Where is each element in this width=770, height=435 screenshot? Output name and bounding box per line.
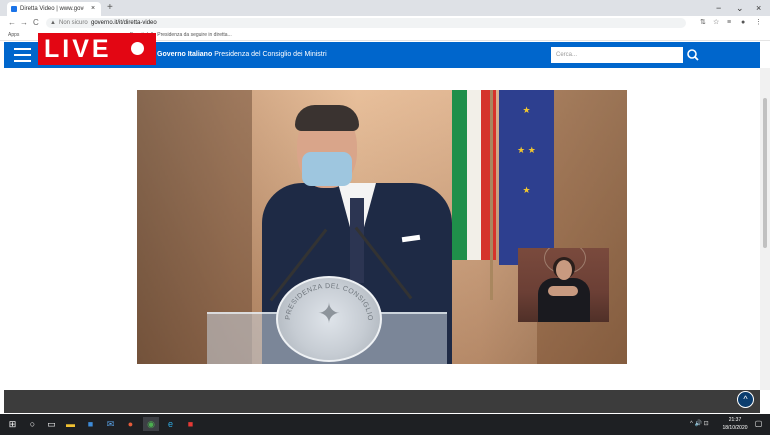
windows-taskbar: ⊞ ○ ▭ ▬ ■ ✉ ● ◉ e ■ ^ 🔊 ⊡ 21:37 18/10/20…: [0, 414, 770, 435]
tab-close-icon[interactable]: ×: [91, 2, 95, 16]
omnibox[interactable]: ▲ Non sicuro governo.it/it/diretta-video: [46, 18, 686, 28]
address-bar-row: ← → C ▲ Non sicuro governo.it/it/diretta…: [0, 16, 770, 30]
camera-icon[interactable]: ■: [184, 417, 197, 431]
new-tab-button[interactable]: +: [107, 1, 113, 15]
clock-time: 21:37: [728, 417, 742, 423]
task-view-icon[interactable]: ▭: [45, 417, 58, 431]
bookmark-star-icon[interactable]: ☆: [713, 16, 719, 30]
browser-menu-icon[interactable]: ⋮: [755, 16, 762, 30]
site-footer: [4, 390, 760, 413]
store-icon[interactable]: ■: [84, 417, 97, 431]
tab-title: Diretta Video | www.governo.it: [20, 6, 84, 12]
mail-icon[interactable]: ✉: [104, 417, 117, 431]
file-explorer-icon[interactable]: ▬: [64, 417, 77, 431]
windows-start-icon[interactable]: ⊞: [6, 417, 19, 431]
page-scrollbar[interactable]: [760, 68, 770, 390]
back-button[interactable]: ←: [8, 16, 16, 30]
back-to-top-button[interactable]: ^: [737, 391, 754, 408]
warning-triangle-icon[interactable]: ▲: [50, 18, 56, 28]
clock-date: 18/10/2020: [722, 425, 748, 431]
search-circle-icon[interactable]: ○: [26, 417, 39, 431]
minimize-button[interactable]: −: [716, 1, 721, 15]
search-input[interactable]: Cerca...: [551, 47, 683, 63]
site-title[interactable]: Governo Italiano Presidenza del Consigli…: [157, 42, 327, 68]
live-label: LIVE: [44, 35, 112, 63]
media-queue-icon[interactable]: ≡: [727, 16, 731, 30]
close-window-button[interactable]: ×: [756, 1, 761, 15]
live-badge: LIVE: [38, 33, 156, 65]
search-icon: [687, 49, 699, 61]
browser-tab-bar: Diretta Video | www.governo.it × + − ⌄ ×: [0, 0, 770, 16]
scrollbar-thumb[interactable]: [763, 98, 767, 248]
live-video-player[interactable]: ★★ ★★ PRESIDENZA DEL CONSIGLIO DEI MINIS…: [137, 90, 627, 364]
site-title-rest: Presidenza del Consiglio dei Ministri: [214, 51, 327, 58]
url-text[interactable]: governo.it/it/diretta-video: [91, 18, 157, 28]
app-icon[interactable]: ●: [124, 417, 137, 431]
search-button[interactable]: [684, 47, 701, 63]
favicon-icon: [11, 6, 17, 12]
hamburger-menu-icon[interactable]: [14, 48, 31, 62]
not-secure-label[interactable]: Non sicuro: [59, 18, 88, 28]
apps-bookmark[interactable]: Apps: [8, 30, 19, 40]
speaker-tie: [350, 198, 364, 283]
notification-icon[interactable]: ▢: [752, 417, 765, 431]
taskbar-clock[interactable]: 21:37 18/10/2020: [720, 416, 750, 432]
forward-button[interactable]: →: [20, 16, 28, 30]
eu-flag: ★ ★ ★ ★: [499, 90, 554, 265]
edge-icon[interactable]: e: [164, 417, 177, 431]
system-tray[interactable]: ^ 🔊 ⊡: [690, 414, 709, 435]
translate-icon[interactable]: ⇅: [700, 16, 706, 30]
flag-pole: [490, 90, 493, 300]
browser-tab[interactable]: Diretta Video | www.governo.it ×: [7, 2, 101, 16]
government-seal: PRESIDENZA DEL CONSIGLIO DEI MINISTRI ✦: [276, 276, 382, 362]
face-mask: [302, 152, 352, 186]
site-title-bold: Governo Italiano: [157, 51, 213, 58]
live-dot-icon: [131, 42, 144, 55]
profile-avatar-icon[interactable]: ●: [741, 16, 745, 30]
restore-button[interactable]: ⌄: [736, 1, 744, 15]
sign-language-interpreter: [518, 248, 609, 322]
chrome-icon[interactable]: ◉: [143, 417, 159, 431]
reload-button[interactable]: C: [33, 16, 39, 30]
